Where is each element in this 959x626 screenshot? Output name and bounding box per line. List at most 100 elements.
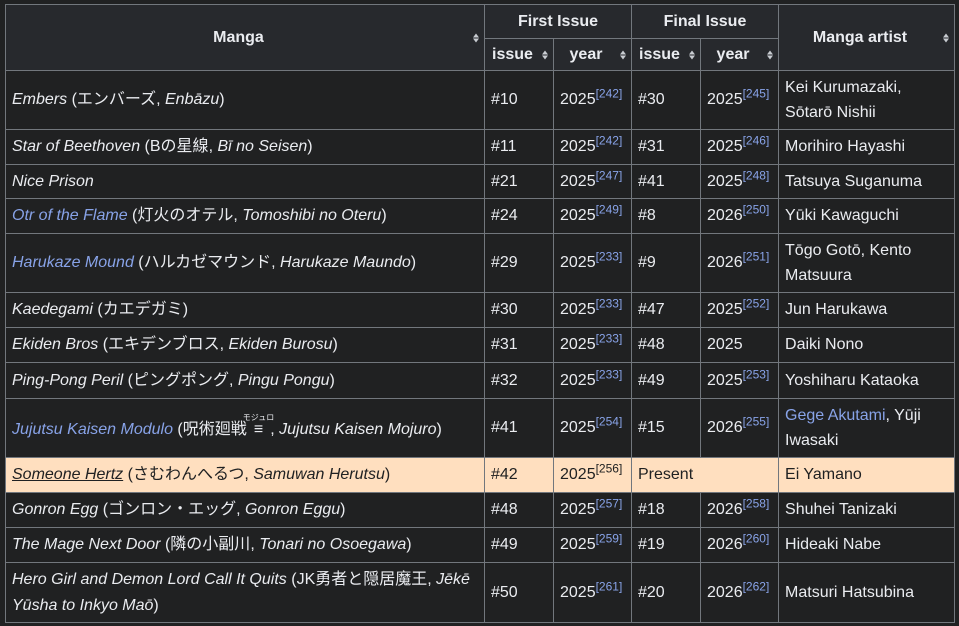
final-year-cell: 2026[258] [699,492,780,528]
reference-link[interactable]: [262] [743,579,770,593]
artist-link[interactable]: Gege Akutami [785,407,886,424]
reference-link[interactable]: [261] [596,579,623,593]
header-manga-label: Manga [213,28,264,46]
native-title: JK勇者と隠居魔王 [296,571,428,588]
reference-link[interactable]: [233] [596,367,623,381]
manga-title-link[interactable]: Harukaze Mound [12,254,134,271]
native-title: エキデンブロス [108,336,220,354]
manga-title-cell: Hero Girl and Demon Lord Call It Quits (… [5,562,485,623]
separator: , [427,571,437,588]
first-year-cell: 2025[233] [553,362,632,399]
first-issue-cell: #29 [484,233,554,293]
final-year-cell: 2026[251] [699,233,780,293]
reference-link[interactable]: [250] [743,203,770,217]
reference-link[interactable]: [233] [596,250,623,264]
manga-title-cell: Star of Beethoven (Bの星線, Bī no Seisen) [5,129,485,165]
sort-icon[interactable] [689,50,695,59]
paren: ) [406,536,412,554]
reference-link[interactable]: [248] [743,168,770,182]
header-first-issue-label: First Issue [517,12,599,30]
paren: ) [153,596,159,614]
header-final-year[interactable]: year [699,38,780,71]
first-year-cell: 2025[254] [553,398,632,458]
reference-link[interactable]: [249] [596,203,623,217]
manga-title: Star of Beethoven [12,138,141,156]
native-title: 灯火のオテル [137,207,234,225]
romaji-title: Tomoshibi no Oteru [242,207,382,225]
year-text: 2025 [560,172,596,190]
reference-link[interactable]: [253] [743,367,770,381]
manga-title-link[interactable]: Someone Hertz [12,466,123,483]
first-year-cell: 2025[249] [553,198,632,234]
year-text: 2026 [707,536,743,554]
reference-link[interactable]: [246] [743,134,770,148]
paren: ( [286,571,297,588]
artist-cell: Ei Yamano [778,457,956,493]
header-manga[interactable]: Manga [5,4,485,71]
native-title: さむわんへるつ [132,466,245,484]
separator: , [244,466,254,484]
first-issue-cell: #41 [484,398,554,458]
table-row: Jujutsu Kaisen Modulo (呪術廻戦≡モジュロ, Jujuts… [5,398,956,458]
manga-title: Ping-Pong Peril [12,371,124,389]
final-year-cell: 2026[262] [699,562,780,623]
final-year-cell: 2025[253] [699,362,780,399]
year-text: 2026 [707,583,743,601]
reference-link[interactable]: [255] [743,415,770,429]
header-first-issue-number[interactable]: issue [484,38,554,71]
artist-cell: Morihiro Hayashi [778,129,956,165]
sort-icon[interactable] [767,50,774,59]
reference-link[interactable]: [233] [596,297,623,311]
romaji-title: Tonari no Osoegawa [259,536,407,554]
sort-icon[interactable] [620,50,626,59]
romaji-title: Ekiden Burosu [228,336,333,354]
reference-link[interactable]: [257] [596,497,623,511]
reference-link[interactable]: [254] [596,415,623,429]
manga-title-link[interactable]: Jujutsu Kaisen Modulo [12,421,173,438]
header-first-year[interactable]: year [553,38,632,71]
romaji-title: Enbāzu [165,91,220,109]
table-row: The Mage Next Door (隣の小副川, Tonari no Oso… [5,527,956,563]
reference-link[interactable]: [256] [596,462,623,476]
reference-link[interactable]: [247] [596,168,623,182]
reference-link[interactable]: [251] [743,250,770,264]
artist-cell: Tōgo Gotō, Kento Matsuura [778,233,956,293]
paren: ) [307,138,313,156]
header-issue-label: issue [639,45,680,63]
reference-link[interactable]: [233] [596,332,623,346]
sort-icon[interactable] [542,50,548,59]
header-final-issue-number[interactable]: issue [631,38,701,71]
native-title: 隣の小副川 [170,536,251,554]
manga-title: Gonron Egg [12,501,99,519]
manga-title-link[interactable]: Otr of the Flame [12,207,128,224]
reference-link[interactable]: [242] [596,134,623,148]
header-final-issue-label: Final Issue [663,12,747,30]
year-text: 2025 [707,371,743,389]
reference-link[interactable]: [245] [743,87,770,101]
table-row: Star of Beethoven (Bの星線, Bī no Seisen) #… [5,129,956,165]
native-title: Bの星線 [149,138,209,156]
final-issue-cell: #15 [631,398,701,458]
paren: ) [219,91,225,109]
ruby-text: モジュロ [242,413,275,423]
first-issue-cell: #48 [484,492,554,528]
reference-link[interactable]: [260] [743,532,770,546]
manga-title: Ekiden Bros [12,336,99,354]
sort-icon[interactable] [943,33,950,42]
manga-title-cell: Someone Hertz (さむわんへるつ, Samuwan Herutsu) [5,457,485,493]
header-artist[interactable]: Manga artist [778,4,956,71]
header-artist-label: Manga artist [812,28,908,46]
native-title: 呪術廻戦 [182,421,247,439]
reference-link[interactable]: [252] [743,297,770,311]
manga-title: The Mage Next Door [12,536,161,554]
final-issue-cell: #8 [631,198,701,234]
year-text: 2025 [560,419,596,437]
header-year-label: year [716,45,750,63]
reference-link[interactable]: [258] [743,497,770,511]
sort-icon[interactable] [473,33,479,42]
year-text: 2025 [560,336,596,354]
reference-link[interactable]: [242] [596,87,623,101]
paren: ( [123,371,133,389]
table-row: Harukaze Mound (ハルカゼマウンド, Harukaze Maund… [5,233,956,293]
reference-link[interactable]: [259] [596,532,623,546]
